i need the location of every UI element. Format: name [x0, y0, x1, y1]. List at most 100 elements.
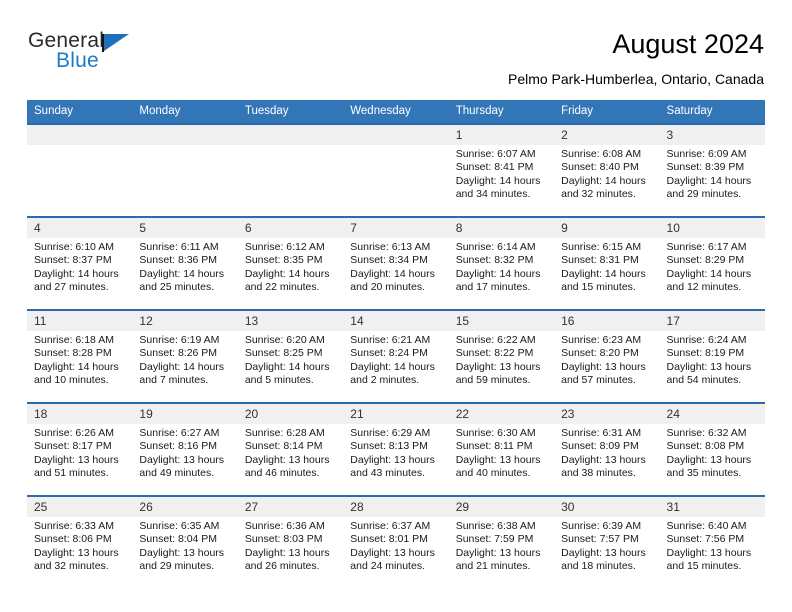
day-info-line: Daylight: 13 hours — [455, 360, 541, 373]
brand-logo[interactable]: General Blue — [28, 26, 158, 86]
page-subtitle: Pelmo Park-Humberlea, Ontario, Canada — [507, 71, 764, 87]
day-cell[interactable]: Sunrise: 6:28 AM Sunset: 8:14 PM Daylight:… — [237, 424, 344, 496]
day-cell[interactable]: Sunrise: 6:35 AM Sunset: 8:04 PM Daylight:… — [132, 517, 238, 589]
day-cell[interactable]: Sunrise: 6:19 AM Sunset: 8:26 PM Daylight:… — [132, 331, 238, 403]
day-info-line: and 40 minutes. — [455, 467, 531, 480]
weekday-header-saturday: Saturday — [659, 100, 765, 124]
day-number[interactable]: 14 — [343, 309, 449, 331]
day-cell[interactable]: Sunrise: 6:07 AM Sunset: 8:41 PM Daylight:… — [448, 145, 555, 217]
day-number[interactable]: 25 — [27, 495, 133, 517]
week-daynumber-row: 4 5 6 7 8 9 10 — [27, 216, 765, 238]
day-cell[interactable]: Sunrise: 6:10 AM Sunset: 8:37 PM Daylight:… — [27, 238, 133, 310]
day-info-line: Sunset: 8:20 PM — [561, 347, 639, 360]
day-number[interactable]: 4 — [27, 216, 133, 238]
day-info-line: Daylight: 13 hours — [139, 453, 225, 466]
day-cell[interactable]: Sunrise: 6:26 AM Sunset: 8:17 PM Daylight:… — [27, 424, 133, 496]
day-number[interactable]: 12 — [132, 309, 238, 331]
week-daynumber-row: 18 19 20 21 22 23 24 — [27, 402, 765, 424]
day-number[interactable]: 6 — [237, 216, 344, 238]
day-info-line: Sunrise: 6:30 AM — [455, 427, 536, 439]
day-cell[interactable]: Sunrise: 6:12 AM Sunset: 8:35 PM Daylight:… — [237, 238, 344, 310]
day-cell[interactable]: Sunrise: 6:21 AM Sunset: 8:24 PM Daylight:… — [343, 331, 449, 403]
day-number[interactable]: 31 — [659, 495, 765, 517]
day-info-line: and 57 minutes. — [561, 374, 636, 387]
day-info-line: Sunrise: 6:11 AM — [139, 241, 219, 253]
day-number[interactable]: 9 — [554, 216, 660, 238]
day-info-line: Sunrise: 6:24 AM — [666, 334, 747, 346]
day-number[interactable]: 15 — [448, 309, 555, 331]
day-number[interactable]: 29 — [448, 495, 555, 517]
day-info-line: and 20 minutes. — [350, 281, 425, 294]
day-number[interactable]: 24 — [659, 402, 765, 424]
day-info-line: Daylight: 14 hours — [139, 267, 225, 280]
day-cell[interactable]: Sunrise: 6:29 AM Sunset: 8:13 PM Daylight:… — [343, 424, 449, 496]
day-number[interactable]: 10 — [659, 216, 765, 238]
day-cell[interactable]: Sunrise: 6:31 AM Sunset: 8:09 PM Daylight:… — [554, 424, 660, 496]
day-info-line: Sunset: 8:41 PM — [455, 161, 534, 174]
day-cell[interactable]: Sunrise: 6:27 AM Sunset: 8:16 PM Daylight:… — [132, 424, 238, 496]
triangle-icon — [104, 34, 129, 51]
day-info-line: Daylight: 14 hours — [244, 267, 330, 280]
day-info-line: Sunset: 7:59 PM — [455, 533, 534, 546]
page-title: August 2024 — [612, 29, 764, 59]
day-number[interactable]: 30 — [554, 495, 660, 517]
day-number[interactable]: 28 — [343, 495, 449, 517]
day-info-line: Sunrise: 6:15 AM — [561, 241, 642, 253]
day-number[interactable]: 1 — [448, 123, 555, 145]
day-number[interactable]: 3 — [659, 123, 765, 145]
day-number[interactable]: 8 — [448, 216, 555, 238]
day-cell[interactable]: Sunrise: 6:22 AM Sunset: 8:22 PM Daylight:… — [448, 331, 555, 403]
day-number[interactable]: 7 — [343, 216, 449, 238]
day-cell[interactable]: Sunrise: 6:39 AM Sunset: 7:57 PM Daylight:… — [554, 517, 660, 589]
day-number[interactable]: 17 — [659, 309, 765, 331]
day-cell[interactable]: Sunrise: 6:08 AM Sunset: 8:40 PM Daylight:… — [554, 145, 660, 217]
page-header: General Blue August 2024 Pelmo Park-Humb… — [0, 0, 792, 100]
day-info-line: Daylight: 13 hours — [666, 453, 752, 466]
day-cell[interactable]: Sunrise: 6:32 AM Sunset: 8:08 PM Daylight:… — [659, 424, 765, 496]
day-number[interactable]: 23 — [554, 402, 660, 424]
day-cell[interactable]: Sunrise: 6:37 AM Sunset: 8:01 PM Daylight:… — [343, 517, 449, 589]
day-info-line: Daylight: 14 hours — [666, 267, 752, 280]
day-number-empty — [27, 123, 133, 145]
day-info-line: and 32 minutes. — [561, 188, 636, 201]
day-number[interactable]: 19 — [132, 402, 238, 424]
day-number[interactable]: 5 — [132, 216, 238, 238]
day-number[interactable]: 18 — [27, 402, 133, 424]
day-number[interactable]: 11 — [27, 309, 133, 331]
day-info-line: Sunset: 8:34 PM — [350, 254, 428, 267]
day-cell[interactable]: Sunrise: 6:17 AM Sunset: 8:29 PM Daylight:… — [659, 238, 765, 310]
day-info-line: Daylight: 13 hours — [350, 546, 435, 559]
week-info-row: Sunrise: 6:33 AM Sunset: 8:06 PM Daylight:… — [27, 517, 765, 589]
day-cell[interactable]: Sunrise: 6:30 AM Sunset: 8:11 PM Daylight:… — [448, 424, 555, 496]
day-number[interactable]: 26 — [132, 495, 238, 517]
day-cell[interactable]: Sunrise: 6:33 AM Sunset: 8:06 PM Daylight:… — [27, 517, 133, 589]
day-info-line: and 18 minutes. — [561, 560, 636, 573]
day-cell[interactable]: Sunrise: 6:23 AM Sunset: 8:20 PM Daylight:… — [554, 331, 660, 403]
day-number[interactable]: 16 — [554, 309, 660, 331]
day-number[interactable]: 22 — [448, 402, 555, 424]
day-cell[interactable]: Sunrise: 6:15 AM Sunset: 8:31 PM Daylight:… — [554, 238, 660, 310]
day-number[interactable]: 27 — [237, 495, 344, 517]
day-number[interactable]: 21 — [343, 402, 449, 424]
day-cell[interactable]: Sunrise: 6:09 AM Sunset: 8:39 PM Daylight:… — [659, 145, 765, 217]
day-cell[interactable]: Sunrise: 6:24 AM Sunset: 8:19 PM Daylight:… — [659, 331, 765, 403]
day-cell[interactable]: Sunrise: 6:36 AM Sunset: 8:03 PM Daylight:… — [237, 517, 344, 589]
day-info-line: Sunset: 8:36 PM — [139, 254, 218, 267]
day-info-line: Daylight: 13 hours — [34, 453, 119, 466]
day-cell[interactable]: Sunrise: 6:18 AM Sunset: 8:28 PM Daylight:… — [27, 331, 133, 403]
day-info-line: and 35 minutes. — [666, 467, 742, 480]
day-cell[interactable]: Sunrise: 6:38 AM Sunset: 7:59 PM Daylight:… — [448, 517, 555, 589]
day-info-line: Daylight: 14 hours — [34, 267, 119, 280]
day-cell[interactable]: Sunrise: 6:13 AM Sunset: 8:34 PM Daylight:… — [343, 238, 449, 310]
day-cell[interactable]: Sunrise: 6:40 AM Sunset: 7:56 PM Daylight:… — [659, 517, 765, 589]
day-info-line: Daylight: 13 hours — [350, 453, 435, 466]
day-info-line: and 34 minutes. — [455, 188, 531, 201]
day-info-line: Sunset: 8:03 PM — [244, 533, 323, 546]
day-cell[interactable]: Sunrise: 6:20 AM Sunset: 8:25 PM Daylight:… — [237, 331, 344, 403]
day-cell[interactable]: Sunrise: 6:14 AM Sunset: 8:32 PM Daylight:… — [448, 238, 555, 310]
day-number[interactable]: 13 — [237, 309, 344, 331]
day-number[interactable]: 20 — [237, 402, 344, 424]
day-cell[interactable]: Sunrise: 6:11 AM Sunset: 8:36 PM Daylight:… — [132, 238, 238, 310]
day-number[interactable]: 2 — [554, 123, 660, 145]
day-info-line: Sunset: 8:19 PM — [666, 347, 745, 360]
